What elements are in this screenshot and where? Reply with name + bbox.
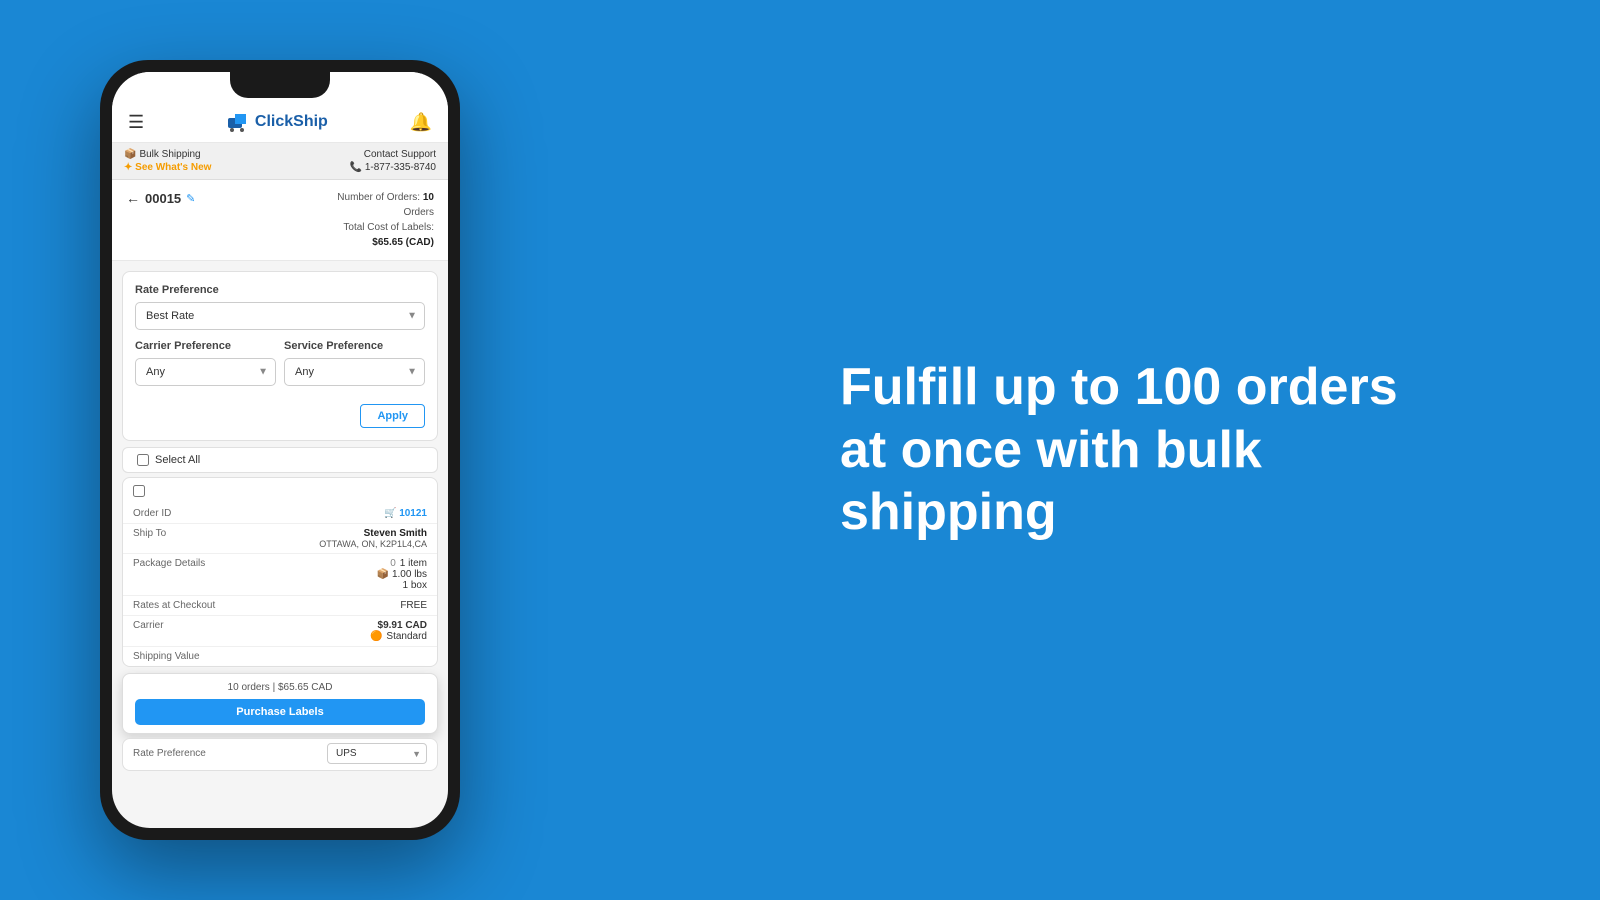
package-details-row: Package Details 0 1 item 📦 1.00 lbs 1 bo… <box>123 554 437 596</box>
ship-to-address: OTTAWA, ON, K2P1L4,CA <box>319 539 427 549</box>
order-id-row-value[interactable]: 🛒 10121 <box>384 508 427 519</box>
order-id-row: Order ID 🛒 10121 <box>123 504 437 524</box>
rates-checkout-label: Rates at Checkout <box>133 600 215 611</box>
pkg-weight: 1.00 lbs <box>392 569 427 580</box>
page-header: ← 00015 ✎ Number of Orders: 10 Orders To… <box>112 180 448 261</box>
select-all-label: Select All <box>155 454 200 466</box>
pkg-num: 0 <box>390 558 396 569</box>
promo-headline: Fulfill up to 100 orders at once with bu… <box>840 356 1400 543</box>
select-all-checkbox[interactable] <box>137 454 149 466</box>
phone-number-text: 📞 1-877-335-8740 <box>350 162 436 173</box>
pkg-items: 1 item <box>400 558 427 569</box>
rate-preference-bottom-card: Rate Preference UPS FedEx Canada Post ▼ <box>122 738 438 771</box>
rate-preference-bottom-label: Rate Preference <box>133 748 206 759</box>
back-row: ← 00015 ✎ <box>126 190 195 206</box>
pkg-icon: 📦 <box>377 569 389 580</box>
order-summary: Number of Orders: 10 Orders Total Cost o… <box>337 190 434 250</box>
carrier-preference-wrapper: Carrier Preference Any UPS FedEx Canada … <box>135 340 276 396</box>
carrier-preference-label: Carrier Preference <box>135 340 276 352</box>
num-orders-label: Number of Orders: <box>337 192 420 203</box>
total-cost-label: Total Cost of Labels: <box>343 222 434 233</box>
popup-summary-text: 10 orders | $65.65 CAD <box>135 682 425 693</box>
carrier-price: $9.91 CAD <box>370 620 427 631</box>
purchase-popup: 10 orders | $65.65 CAD Purchase Labels <box>122 673 438 734</box>
carrier-row: Carrier $9.91 CAD 🟠 Standard <box>123 616 437 647</box>
rate-preference-label: Rate Preference <box>135 284 425 296</box>
see-whats-new-link[interactable]: ✦ See What's New <box>124 162 211 173</box>
app-header: ☰ ClickShip 🔔 <box>112 72 448 143</box>
carrier-logo-row: 🟠 Standard <box>370 631 427 642</box>
app-logo-text: ClickShip <box>255 113 328 131</box>
service-select-wrapper: Any Standard Express ▼ <box>284 358 425 386</box>
select-all-row: Select All <box>122 447 438 473</box>
contact-support-link[interactable]: Contact Support <box>364 149 436 160</box>
carrier-label: Carrier <box>133 620 164 631</box>
orders-label: Orders <box>337 205 434 220</box>
logo-area: ClickShip <box>226 110 328 134</box>
apply-btn-row: Apply <box>135 404 425 428</box>
carrier-value: $9.91 CAD 🟠 Standard <box>370 620 427 642</box>
edit-icon[interactable]: ✎ <box>186 192 195 205</box>
promo-section: Fulfill up to 100 orders at once with bu… <box>640 316 1600 583</box>
order-checkbox[interactable] <box>133 485 145 497</box>
ship-to-name: Steven Smith <box>319 528 427 539</box>
sub-header-right: Contact Support 📞 1-877-335-8740 <box>350 149 436 173</box>
purchase-labels-button[interactable]: Purchase Labels <box>135 699 425 725</box>
rate-bottom-row: Rate Preference UPS FedEx Canada Post ▼ <box>123 739 437 770</box>
order-card: Order ID 🛒 10121 Ship To Steven Smith OT… <box>122 477 438 667</box>
total-cost-value: $65.65 (CAD) <box>372 237 434 248</box>
service-preference-select[interactable]: Any Standard Express <box>284 358 425 386</box>
carrier-service: Standard <box>386 631 427 642</box>
shipping-value-label: Shipping Value <box>133 651 200 662</box>
rate-preference-select[interactable]: Best Rate Cheapest Fastest <box>135 302 425 330</box>
shopify-icon: 🛒 <box>384 508 396 519</box>
order-card-checkbox-row <box>123 478 437 504</box>
pkg-box: 1 box <box>377 580 427 591</box>
bell-icon[interactable]: 🔔 <box>410 112 432 133</box>
rates-checkout-value: FREE <box>400 600 427 611</box>
package-details-label: Package Details <box>133 558 205 569</box>
hamburger-icon[interactable]: ☰ <box>128 112 144 133</box>
phone-wrapper: ☰ ClickShip 🔔 📦 <box>0 0 560 900</box>
bulk-shipping-link[interactable]: 📦 Bulk Shipping <box>124 149 211 160</box>
service-preference-wrapper: Service Preference Any Standard Express … <box>284 340 425 396</box>
ship-to-value: Steven Smith OTTAWA, ON, K2P1L4,CA <box>319 528 427 549</box>
phone-device: ☰ ClickShip 🔔 📦 <box>100 60 460 840</box>
sub-header-left: 📦 Bulk Shipping ✦ See What's New <box>124 149 211 173</box>
rate-bottom-select[interactable]: UPS FedEx Canada Post <box>327 743 427 764</box>
sub-header: 📦 Bulk Shipping ✦ See What's New Contact… <box>112 143 448 180</box>
ship-to-row: Ship To Steven Smith OTTAWA, ON, K2P1L4,… <box>123 524 437 554</box>
ups-logo-icon: 🟠 <box>370 631 382 642</box>
service-preference-label: Service Preference <box>284 340 425 352</box>
rate-preference-card: Rate Preference Best Rate Cheapest Faste… <box>122 271 438 441</box>
phone-screen: ☰ ClickShip 🔔 📦 <box>112 72 448 828</box>
apply-button[interactable]: Apply <box>360 404 425 428</box>
order-id-display: 00015 <box>145 191 181 206</box>
carrier-select-wrapper: Any UPS FedEx Canada Post ▼ <box>135 358 276 386</box>
order-id-row-label: Order ID <box>133 508 171 519</box>
num-orders-value: 10 <box>423 192 434 203</box>
scroll-content[interactable]: Rate Preference Best Rate Cheapest Faste… <box>112 261 448 828</box>
ship-to-label: Ship To <box>133 528 166 539</box>
back-button[interactable]: ← <box>126 190 140 206</box>
shipping-value-row: Shipping Value <box>123 647 437 666</box>
carrier-service-row: Carrier Preference Any UPS FedEx Canada … <box>135 340 425 396</box>
rate-preference-select-wrapper: Best Rate Cheapest Fastest ▼ <box>135 302 425 330</box>
package-details-value: 0 1 item 📦 1.00 lbs 1 box <box>377 558 427 591</box>
rates-checkout-row: Rates at Checkout FREE <box>123 596 437 616</box>
rate-bottom-select-wrapper: UPS FedEx Canada Post ▼ <box>327 743 427 764</box>
carrier-preference-select[interactable]: Any UPS FedEx Canada Post <box>135 358 276 386</box>
box-icon: 📦 <box>124 149 136 160</box>
clickship-logo-icon <box>226 110 250 134</box>
